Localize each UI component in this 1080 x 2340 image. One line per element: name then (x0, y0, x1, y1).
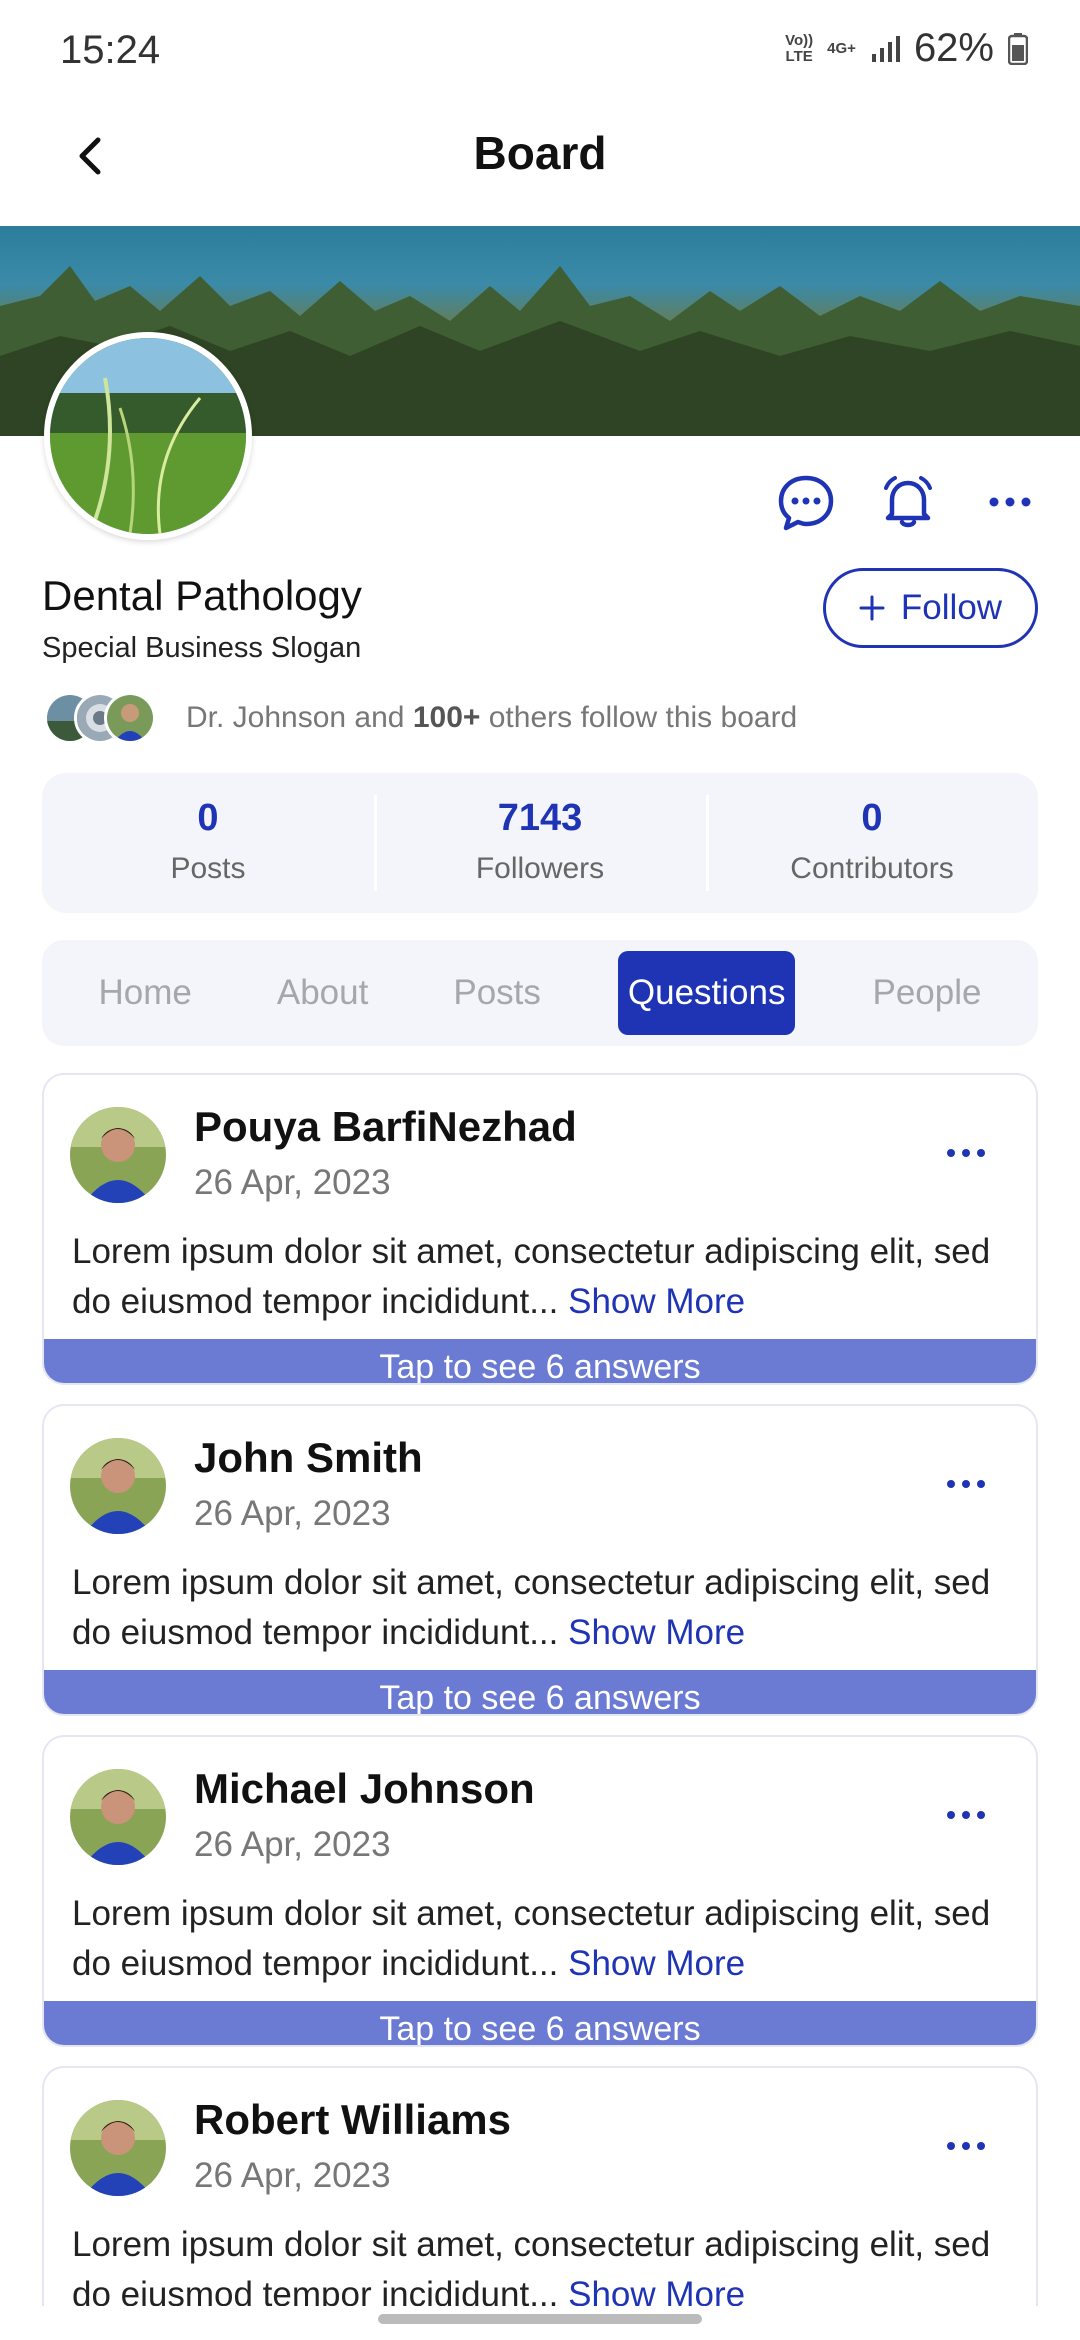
tab-home[interactable]: Home (91, 951, 200, 1035)
board-name: Dental Pathology (42, 572, 362, 619)
author-avatar[interactable] (70, 1769, 166, 1865)
followers-summary[interactable]: Dr. Johnson and 100+ others follow this … (44, 690, 797, 746)
volte-indicator: Vo)) LTE (785, 31, 814, 65)
stat-posts[interactable]: 0 Posts (42, 773, 374, 913)
stat-contributors[interactable]: 0 Contributors (706, 773, 1038, 913)
bell-icon (884, 476, 932, 528)
question-body: Lorem ipsum dolor sit amet, consectetur … (72, 1894, 991, 1983)
question-more-button[interactable] (936, 1133, 996, 1173)
author-name[interactable]: John Smith (194, 1434, 423, 1482)
battery-icon (1008, 32, 1028, 65)
notifications-button[interactable] (876, 470, 940, 534)
question-date: 26 Apr, 2023 (194, 1494, 391, 1533)
app-bar: Board (0, 100, 1080, 226)
question-date: 26 Apr, 2023 (194, 1825, 391, 1864)
status-icons: Vo)) LTE 4G+ 62% (785, 26, 1028, 71)
board-slogan: Special Business Slogan (42, 632, 362, 664)
question-body: Lorem ipsum dolor sit amet, consectetur … (72, 1232, 991, 1321)
question-date: 26 Apr, 2023 (194, 2156, 391, 2195)
more-horizontal-icon (947, 1149, 985, 1157)
tab-posts[interactable]: Posts (445, 951, 549, 1035)
question-card[interactable]: Michael Johnson 26 Apr, 2023 Lorem ipsum… (42, 1735, 1038, 2047)
chat-icon (778, 475, 834, 531)
question-more-button[interactable] (936, 1795, 996, 1835)
show-more-link[interactable]: Show More (568, 1282, 745, 1321)
status-bar: 15:24 Vo)) LTE 4G+ 62% (0, 0, 1080, 100)
stat-followers[interactable]: 7143 Followers (374, 773, 706, 913)
author-avatar[interactable] (70, 2100, 166, 2196)
tab-people[interactable]: People (864, 951, 989, 1035)
question-card[interactable]: Robert Williams 26 Apr, 2023 Lorem ipsum… (42, 2066, 1038, 2306)
more-horizontal-icon (947, 1480, 985, 1488)
question-more-button[interactable] (936, 1464, 996, 1504)
follower-avatar (104, 692, 156, 744)
question-card[interactable]: John Smith 26 Apr, 2023 Lorem ipsum dolo… (42, 1404, 1038, 1716)
network-4g-indicator: 4G+ (827, 39, 856, 57)
board-stats: 0 Posts 7143 Followers 0 Contributors (42, 773, 1038, 913)
board-avatar (44, 332, 252, 540)
show-more-link[interactable]: Show More (568, 1944, 745, 1983)
question-body: Lorem ipsum dolor sit amet, consectetur … (72, 2220, 1008, 2306)
question-card[interactable]: Pouya BarfiNezhad 26 Apr, 2023 Lorem ips… (42, 1073, 1038, 1385)
follow-label: Follow (900, 588, 1003, 627)
tab-questions[interactable]: Questions (617, 951, 796, 1035)
stat-label: Followers (475, 852, 605, 885)
plus-icon (859, 595, 885, 621)
board-tabs: Home About Posts Questions People (42, 940, 1038, 1046)
author-name[interactable]: Robert Williams (194, 2096, 511, 2144)
show-more-link[interactable]: Show More (568, 2275, 745, 2306)
more-horizontal-icon (989, 497, 1031, 507)
stat-value: 0 (197, 797, 219, 839)
author-avatar[interactable] (70, 1107, 166, 1203)
show-more-link[interactable]: Show More (568, 1613, 745, 1652)
answers-bar[interactable]: Tap to see 6 answers (44, 2001, 1036, 2045)
stat-label: Contributors (790, 852, 954, 885)
stat-label: Posts (170, 852, 246, 885)
board-more-button[interactable] (978, 470, 1042, 534)
answers-bar[interactable]: Tap to see 6 answers (44, 1339, 1036, 1383)
author-avatar[interactable] (70, 1438, 166, 1534)
board-avatar-image (50, 338, 246, 534)
follow-button[interactable]: Follow (823, 568, 1038, 648)
battery-percent: 62% (913, 26, 994, 70)
stat-value: 7143 (497, 797, 583, 839)
more-horizontal-icon (947, 1811, 985, 1819)
question-date: 26 Apr, 2023 (194, 1163, 391, 1202)
followers-summary-text: Dr. Johnson and 100+ others follow this … (186, 701, 798, 734)
answers-bar[interactable]: Tap to see 6 answers (44, 1670, 1036, 1714)
page-title: Board (473, 127, 607, 179)
signal-icon (871, 35, 900, 62)
tab-about[interactable]: About (269, 951, 376, 1035)
stat-value: 0 (861, 797, 883, 839)
message-button[interactable] (774, 470, 838, 534)
more-horizontal-icon (947, 2142, 985, 2150)
question-more-button[interactable] (936, 2126, 996, 2166)
status-time: 15:24 (60, 28, 161, 72)
question-body: Lorem ipsum dolor sit amet, consectetur … (72, 1563, 991, 1652)
author-name[interactable]: Pouya BarfiNezhad (194, 1103, 577, 1151)
home-indicator[interactable] (378, 2314, 702, 2324)
author-name[interactable]: Michael Johnson (194, 1765, 535, 1813)
